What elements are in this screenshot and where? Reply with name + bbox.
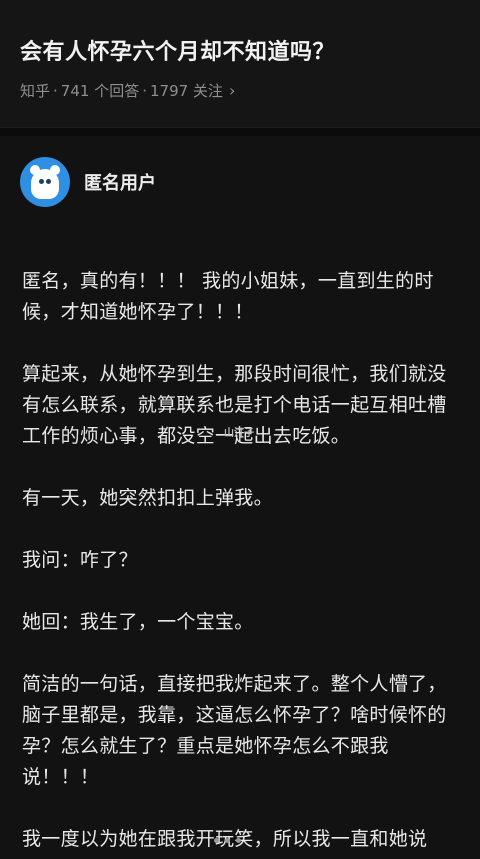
page-dot [236,838,241,843]
question-title[interactable]: 会有人怀孕六个月却不知道吗？ [20,34,335,66]
answer-paragraph: 简洁的一句话，直接把我炸起来了。整个人懵了，脑子里都是，我靠，这逼怎么怀孕了？啥… [22,673,447,788]
answer-paragraph: 我一度以为她在跟我开玩笑，所以我一直和她说 [22,824,462,855]
avatar[interactable] [20,157,70,207]
answer-count: 741 个回答 [60,82,140,100]
section-divider [0,128,480,136]
avatar-eye-left [39,179,44,184]
answer-paragraph: 她回：我生了，一个宝宝。 [22,611,254,633]
answer-paragraph: 有一天，她突然扣扣上弹我。 [22,487,273,509]
author-row[interactable]: 匿名用户 [20,156,156,208]
author-name[interactable]: 匿名用户 [84,169,156,195]
answer-content: 匿名，真的有！！！ 我的小姐妹，一直到生的时候，才知道她怀孕了！！！ 算起来，从… [22,266,462,859]
page-dot [225,838,230,843]
chevron-right-icon: › [228,81,236,100]
avatar-face [31,169,59,199]
page-indicator [214,838,241,843]
page-dot [214,838,219,843]
question-header: 会有人怀孕六个月却不知道吗？ 知乎 · 741 个回答 · 1797 关注 › [0,0,480,128]
question-meta[interactable]: 知乎 · 741 个回答 · 1797 关注 › [20,80,235,101]
watermark-text: 山汀子 [224,428,254,439]
answer-paragraph: 匿名，真的有！！！ 我的小姐妹，一直到生的时候，才知道她怀孕了！！！ [22,270,434,323]
meta-separator: · [53,81,58,100]
source-label: 知乎 [20,82,51,100]
avatar-eye-right [46,179,51,184]
answer-paragraph: 我问：咋了？ [22,549,138,571]
meta-separator: · [142,81,147,100]
follower-count: 1797 关注 [149,82,223,100]
